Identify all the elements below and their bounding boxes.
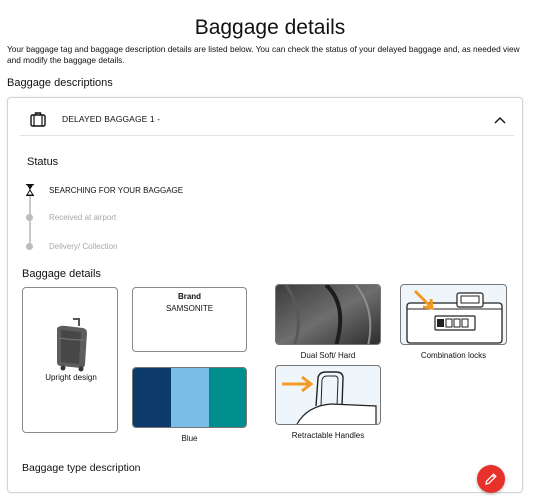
status-step-dot bbox=[26, 214, 33, 221]
baggage-card-title: DELAYED BAGGAGE 1 - bbox=[62, 114, 161, 124]
edit-button[interactable] bbox=[477, 465, 505, 493]
locks-tile[interactable] bbox=[400, 284, 507, 345]
baggage-type-description-heading: Baggage type description bbox=[22, 462, 141, 474]
retractable-handle-icon bbox=[282, 371, 377, 424]
color-tile[interactable] bbox=[132, 367, 247, 428]
locks-caption: Combination locks bbox=[420, 351, 487, 360]
page-intro: Your baggage tag and baggage description… bbox=[7, 44, 520, 65]
color-swatch-light-blue bbox=[171, 368, 209, 427]
status-step: Received at airport bbox=[49, 213, 117, 222]
brand-tile[interactable]: Brand SAMSONITE bbox=[132, 287, 247, 352]
color-swatch-teal bbox=[209, 368, 246, 427]
status-heading: Status bbox=[27, 156, 59, 168]
chevron-up-icon[interactable] bbox=[494, 115, 506, 125]
upright-suitcase-icon bbox=[57, 318, 87, 372]
handles-tile[interactable] bbox=[275, 365, 381, 425]
design-tile[interactable]: Upright design bbox=[22, 287, 118, 433]
handles-caption: Retractable Handles bbox=[291, 431, 365, 440]
status-step: Delivery/ Collection bbox=[49, 242, 118, 251]
hourglass-icon bbox=[26, 184, 34, 196]
pencil-icon bbox=[485, 473, 497, 485]
color-caption: Blue bbox=[181, 434, 198, 443]
baggage-details-heading: Baggage details bbox=[22, 268, 101, 280]
status-step-dot bbox=[26, 243, 33, 250]
suitcase-icon bbox=[30, 112, 46, 127]
combination-lock-icon bbox=[406, 289, 503, 344]
baggage-card: DELAYED BAGGAGE 1 - Status SEARCHING FOR… bbox=[7, 97, 523, 493]
page-title: Baggage details bbox=[194, 16, 346, 39]
design-caption: Upright design bbox=[45, 373, 97, 382]
baggage-descriptions-heading: Baggage descriptions bbox=[7, 77, 113, 89]
baggage-card-header[interactable]: DELAYED BAGGAGE 1 - bbox=[20, 102, 514, 136]
hard-shell-texture-icon bbox=[276, 285, 380, 344]
brand-label: Brand bbox=[177, 292, 202, 301]
material-tile[interactable] bbox=[275, 284, 381, 345]
brand-value: SAMSONITE bbox=[165, 304, 214, 313]
material-caption: Dual Soft/ Hard bbox=[300, 351, 356, 360]
color-swatch-navy bbox=[133, 368, 171, 427]
status-step-current: SEARCHING FOR YOUR BAGGAGE bbox=[49, 186, 184, 195]
